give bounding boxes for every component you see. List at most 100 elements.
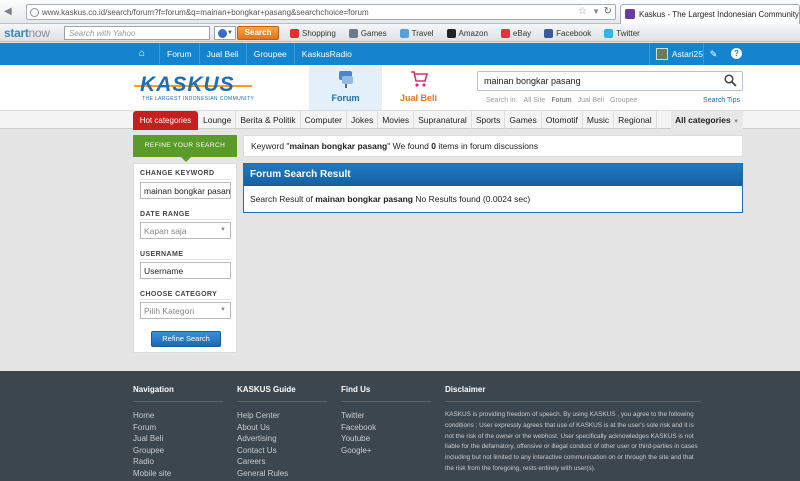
top-nav-groupee[interactable]: Groupee <box>245 43 294 65</box>
keyword-prefix: Keyword " <box>251 141 290 151</box>
all-categories-label: All categories <box>674 115 731 125</box>
footer-guide-title: KASKUS Guide <box>237 385 296 394</box>
footer-link-advertising[interactable]: Advertising <box>237 433 327 445</box>
search-scope-all-site[interactable]: All Site <box>524 97 546 107</box>
site-top-nav: ⌂ Forum Jual Beli Groupee KaskusRadio Astar… <box>0 43 800 65</box>
category-jokes[interactable]: Jokes <box>347 111 379 130</box>
toolbar-link-ebay[interactable]: eBay <box>500 26 538 40</box>
hot-categories-tab[interactable]: Hot categories <box>133 111 198 130</box>
footer-disclaimer-title: Disclaimer <box>445 385 486 394</box>
favicon-icon <box>625 9 635 19</box>
toolbar-link-travel[interactable]: Travel <box>399 26 441 40</box>
category-berita-politik[interactable]: Berita & Politik <box>236 111 301 130</box>
search-tips-link[interactable]: Search Tips <box>703 97 740 104</box>
toolbar-link-shopping[interactable]: Shopping <box>290 26 343 40</box>
toolbar-link-label: Twitter <box>616 28 640 38</box>
chevron-down-icon: ▼ <box>220 227 226 233</box>
keyword-middle: " We found <box>387 141 432 151</box>
date-range-label: DATE RANGE <box>140 211 190 218</box>
username-input[interactable]: Username <box>140 262 231 279</box>
footer-link-help-center[interactable]: Help Center <box>237 410 327 422</box>
tab-forum[interactable]: Forum <box>309 65 382 110</box>
startnow-logo[interactable]: startnow <box>4 26 50 40</box>
result-prefix: Search Result of <box>250 194 316 204</box>
all-categories-dropdown[interactable]: All categories ▼ <box>671 111 743 130</box>
toolbar-search-button[interactable]: Search <box>237 26 279 40</box>
category-otomotif[interactable]: Otomotif <box>542 111 583 130</box>
footer-link-jual-beli[interactable]: Jual Beli <box>133 433 223 445</box>
refine-search-button[interactable]: Refine Search <box>151 331 221 347</box>
forum-icon <box>339 71 353 88</box>
category-regional[interactable]: Regional <box>614 111 657 130</box>
footer-find-us: Find Us Twitter Facebook Youtube Google+ <box>341 385 431 456</box>
chevron-down-icon: ▼ <box>220 307 226 313</box>
category-value: Pilih Kategori <box>144 306 195 316</box>
toolbar-link-twitter[interactable]: Twitter <box>604 26 647 40</box>
pencil-icon[interactable]: ✎ <box>703 43 723 65</box>
footer-disclaimer: Disclaimer KASKUS is providing freedom o… <box>445 385 701 475</box>
choose-category-label: CHOOSE CATEGORY <box>140 291 218 298</box>
browser-address-bar: ◀ www.kaskus.co.id/search/forum?f=forum&… <box>0 0 800 24</box>
footer-link-careers[interactable]: Careers <box>237 456 327 468</box>
search-result-text: Search Result of mainan bongkar pasang N… <box>250 194 530 204</box>
toolbar-link-games[interactable]: Games <box>348 26 394 40</box>
top-nav-forum[interactable]: Forum <box>159 43 199 65</box>
toolbar-link-facebook[interactable]: Facebook <box>544 26 598 40</box>
home-icon[interactable]: ⌂ <box>139 48 150 59</box>
footer-link-radio[interactable]: Radio <box>133 456 223 468</box>
search-scope-label: Search in: <box>486 97 518 104</box>
date-range-value: Kapan saja <box>144 226 187 236</box>
bookmark-star-icon[interactable]: ☆ <box>578 6 587 17</box>
url-dropdown-icon[interactable]: ▼ <box>592 7 600 16</box>
footer-link-groupee[interactable]: Groupee <box>133 445 223 457</box>
search-icon[interactable] <box>724 74 737 87</box>
toolbar-search-input[interactable]: Search with Yahoo <box>64 26 210 40</box>
footer-guide-links: Help Center About Us Advertising Contact Us… <box>237 410 327 480</box>
footer-link-home[interactable]: Home <box>133 410 223 422</box>
toolbar-link-amazon[interactable]: Amazon <box>446 26 495 40</box>
top-nav-kaskusradio[interactable]: KaskusRadio <box>293 43 359 65</box>
refresh-icon[interactable]: ↻ <box>604 6 612 17</box>
url-field[interactable]: www.kaskus.co.id/search/forum?f=forum&q=… <box>26 4 616 20</box>
divider <box>140 219 232 220</box>
footer-link-general-rules[interactable]: General Rules <box>237 468 327 480</box>
footer-link-mobile-site[interactable]: Mobile site <box>133 468 223 480</box>
category-games[interactable]: Games <box>505 111 542 130</box>
footer-link-google+[interactable]: Google+ <box>341 445 431 457</box>
top-nav-jual-beli[interactable]: Jual Beli <box>198 43 246 65</box>
keyword-input[interactable]: mainan bongkar pasang <box>140 182 231 199</box>
category-select[interactable]: Pilih Kategori ▼ <box>140 302 231 319</box>
search-scope-forum[interactable]: Forum <box>551 97 571 107</box>
date-range-select[interactable]: Kapan saja ▼ <box>140 222 231 239</box>
footer-link-twitter[interactable]: Twitter <box>341 410 431 422</box>
site-header: KASKUS THE LARGEST INDONESIAN COMMUNITY … <box>0 65 800 110</box>
kaskus-logo[interactable]: KASKUS THE LARGEST INDONESIAN COMMUNITY <box>134 73 254 103</box>
category-sports[interactable]: Sports <box>472 111 506 130</box>
back-arrow-icon[interactable]: ◀ <box>4 5 24 19</box>
chevron-down-icon: ▼ <box>733 119 740 125</box>
toolbar-links: Shopping Games Travel Amazon eBay Facebook Twi… <box>290 26 653 40</box>
footer-link-about-us[interactable]: About Us <box>237 422 327 434</box>
search-scope-groupee[interactable]: Groupee <box>610 97 637 107</box>
user-menu[interactable]: Astari25 <box>648 43 703 65</box>
browser-tab[interactable]: Kaskus - The Largest Indonesian Communit… <box>620 4 800 24</box>
help-icon[interactable]: ? <box>731 48 742 59</box>
tab-title: Kaskus - The Largest Indonesian Communit… <box>639 10 799 19</box>
search-engine-selector[interactable]: ▼ <box>214 26 236 40</box>
category-supranatural[interactable]: Supranatural <box>414 111 472 130</box>
tab-jual-beli[interactable]: Jual Beli <box>382 65 455 110</box>
footer-link-youtube[interactable]: Youtube <box>341 433 431 445</box>
keyword-text: mainan bongkar pasang <box>289 141 388 151</box>
search-scope-jual-beli[interactable]: Jual Beli <box>578 97 604 107</box>
footer-link-contact-us[interactable]: Contact Us <box>237 445 327 457</box>
footer-link-facebook[interactable]: Facebook <box>341 422 431 434</box>
toolbar-link-label: Amazon <box>458 28 488 38</box>
category-lounge[interactable]: Lounge <box>199 111 237 130</box>
category-bar: Hot categories Lounge Berita & Politik Com… <box>0 110 800 130</box>
footer-link-forum[interactable]: Forum <box>133 422 223 434</box>
site-search-input[interactable]: mainan bongkar pasang <box>477 71 743 91</box>
url-text[interactable]: www.kaskus.co.id/search/forum?f=forum&q=… <box>42 8 369 17</box>
category-movies[interactable]: Movies <box>378 111 415 130</box>
category-computer[interactable]: Computer <box>301 111 347 130</box>
category-music[interactable]: Music <box>583 111 615 130</box>
